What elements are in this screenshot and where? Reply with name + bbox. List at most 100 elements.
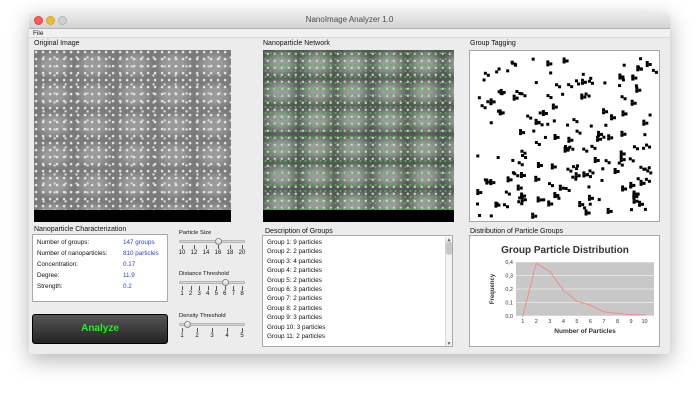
stat-groups-label: Number of groups: bbox=[37, 239, 90, 246]
group-dot bbox=[509, 178, 513, 182]
micrograph bbox=[34, 50, 231, 210]
group-dot bbox=[539, 163, 543, 167]
stat-nanoparticles-label: Number of nanoparticles: bbox=[37, 250, 108, 257]
group-dot bbox=[642, 122, 646, 126]
group-dot bbox=[567, 136, 571, 140]
group-dot bbox=[519, 186, 523, 190]
group-dot bbox=[574, 177, 578, 181]
group-dot bbox=[602, 108, 606, 112]
group-dot bbox=[549, 96, 553, 100]
slider-thumb[interactable] bbox=[214, 238, 222, 245]
group-dot bbox=[517, 200, 521, 204]
group-list-item[interactable]: Group 3: 4 particles bbox=[267, 258, 322, 265]
x-tick-label: 10 bbox=[641, 319, 647, 325]
group-list-item[interactable]: Group 10: 3 particles bbox=[267, 324, 325, 331]
y-tick-label: 0,4 bbox=[505, 260, 513, 266]
group-dot bbox=[551, 103, 555, 107]
slider-tick-label: 2 bbox=[195, 333, 199, 339]
slider-title: Particle Size bbox=[179, 230, 212, 236]
group-dot bbox=[541, 109, 545, 113]
group-dot bbox=[478, 213, 482, 217]
group-dot bbox=[534, 141, 538, 145]
slider-thumb[interactable] bbox=[221, 279, 229, 286]
file-menu[interactable]: File bbox=[33, 30, 43, 37]
group-dot bbox=[582, 174, 586, 178]
group-list-item[interactable]: Group 6: 3 particles bbox=[267, 286, 322, 293]
group-tagging-image bbox=[469, 50, 660, 222]
group-dot bbox=[483, 106, 487, 110]
group-dot bbox=[596, 158, 600, 162]
group-dot bbox=[589, 76, 593, 80]
group-dot bbox=[632, 193, 636, 197]
group-list-scrollbar[interactable]: ▲ ▼ bbox=[445, 237, 452, 346]
title-bar: NanoImage Analyzer 1.0 bbox=[29, 13, 670, 29]
group-dot bbox=[575, 167, 579, 171]
group-dot bbox=[555, 83, 559, 87]
group-dot bbox=[638, 88, 642, 92]
group-dot bbox=[591, 171, 595, 175]
group-dot bbox=[550, 202, 554, 206]
data-point bbox=[576, 300, 578, 302]
group-description-list[interactable]: Group 1: 9 particles Group 2: 2 particles… bbox=[262, 235, 453, 347]
slider-thumb[interactable] bbox=[183, 321, 191, 328]
slider-tick-label: 5 bbox=[240, 333, 244, 339]
x-tick-label: 7 bbox=[602, 319, 605, 325]
group-dot bbox=[583, 95, 587, 99]
group-dot bbox=[606, 210, 610, 214]
original-image bbox=[34, 50, 231, 222]
group-list-item[interactable]: Group 4: 2 particles bbox=[267, 267, 322, 274]
group-dot bbox=[566, 167, 570, 171]
group-dot bbox=[600, 132, 604, 136]
group-dot bbox=[534, 175, 538, 179]
group-list-item[interactable]: Group 1: 9 particles bbox=[267, 239, 322, 246]
slider-tick bbox=[206, 245, 207, 249]
group-dot bbox=[489, 214, 493, 218]
group-dot bbox=[642, 181, 646, 185]
group-dot bbox=[609, 209, 613, 213]
group-dot bbox=[554, 105, 558, 109]
group-dot bbox=[574, 172, 578, 176]
group-dot bbox=[551, 106, 555, 110]
slider-tick bbox=[199, 286, 201, 290]
slider-tick-label: 3 bbox=[197, 291, 201, 297]
group-dot bbox=[520, 192, 524, 196]
group-list-item[interactable]: Group 5: 2 particles bbox=[267, 277, 322, 284]
group-dot bbox=[607, 137, 611, 141]
group-dot bbox=[636, 65, 640, 69]
group-list-item[interactable]: Group 8: 2 particles bbox=[267, 305, 322, 312]
data-point bbox=[603, 311, 605, 313]
group-dot bbox=[529, 116, 533, 120]
group-list-item[interactable]: Group 2: 2 particles bbox=[267, 248, 322, 255]
group-dot bbox=[647, 166, 651, 170]
group-dot bbox=[632, 196, 636, 200]
group-list-item[interactable]: Group 7: 2 particles bbox=[267, 295, 322, 302]
slider-track[interactable] bbox=[179, 240, 245, 243]
group-dot bbox=[524, 156, 528, 160]
description-label: Description of Groups bbox=[265, 228, 333, 235]
group-dot bbox=[534, 81, 538, 85]
data-point bbox=[549, 270, 551, 273]
group-dot bbox=[537, 143, 541, 147]
group-dot bbox=[515, 96, 519, 100]
group-dot bbox=[558, 187, 562, 191]
group-dot bbox=[506, 69, 510, 73]
group-dot bbox=[483, 71, 487, 75]
group-dot bbox=[619, 150, 623, 154]
group-list-item[interactable]: Group 11: 2 particles bbox=[267, 333, 325, 340]
analyze-button[interactable]: Analyze bbox=[32, 314, 168, 344]
group-dot bbox=[553, 165, 557, 169]
slider-tick bbox=[242, 245, 243, 249]
group-dot bbox=[641, 202, 645, 206]
x-tick-label: 6 bbox=[589, 319, 592, 325]
group-dot bbox=[610, 136, 614, 140]
y-tick-label: 0,2 bbox=[505, 287, 513, 293]
scroll-thumb[interactable] bbox=[446, 241, 452, 255]
group-dot bbox=[511, 158, 515, 162]
scroll-down-icon[interactable]: ▼ bbox=[446, 341, 452, 346]
group-list-item[interactable]: Group 9: 3 particles bbox=[267, 314, 322, 321]
group-dot bbox=[483, 178, 487, 182]
slider-track[interactable] bbox=[179, 281, 245, 284]
group-dot bbox=[523, 94, 527, 98]
group-dot bbox=[502, 203, 506, 207]
slider-tick bbox=[190, 286, 192, 290]
